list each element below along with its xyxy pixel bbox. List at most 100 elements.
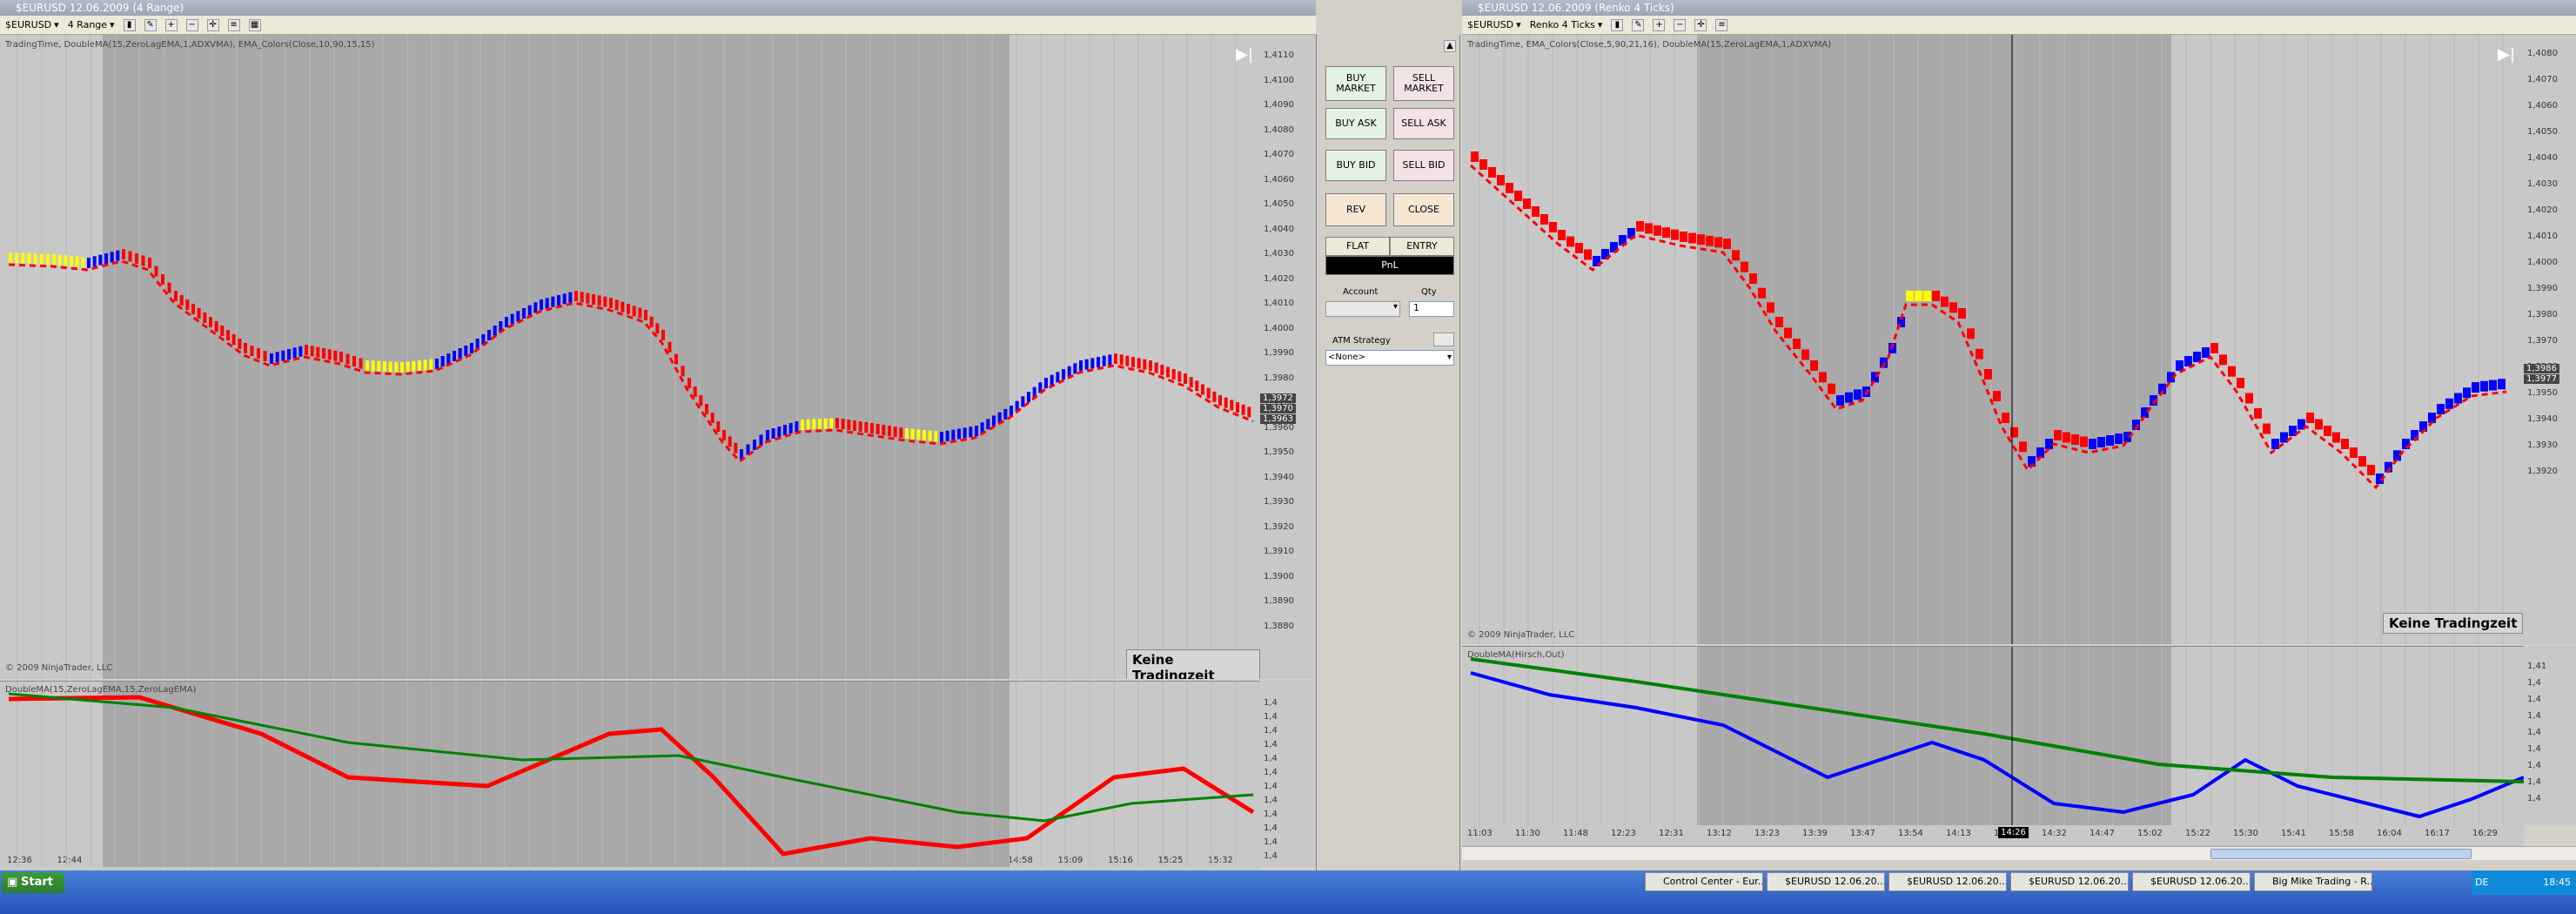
right-price-axis: 1,4080 1,4070 1,4060 1,4050 1,4040 1,4030 1,40… (2524, 35, 2576, 644)
right-scroll-end-icon[interactable]: ▶| (2498, 45, 2515, 64)
bar-style-icon[interactable]: ▮ (123, 18, 136, 31)
left-price-tick-label: 1,3910 (1264, 547, 1294, 556)
drawing-tool-icon[interactable]: ✎ (144, 18, 157, 31)
left-instrument-select[interactable]: $EURUSD ▾ (5, 19, 59, 30)
price-bar (487, 330, 491, 340)
price-bar (231, 334, 236, 345)
price-bar (15, 252, 19, 264)
price-bar (875, 424, 880, 434)
account-label: Account (1343, 287, 1379, 297)
price-bar (9, 252, 12, 263)
renko-brick (1810, 360, 1818, 371)
taskbar-task[interactable]: Big Mike Trading - R... (2254, 872, 2372, 891)
price-bar (693, 386, 697, 397)
sell-market-button[interactable]: SELL MARKET (1393, 66, 1454, 101)
right-price-panel[interactable]: TradingTime, EMA_Colors(Close,5,90,21,16… (1462, 35, 2524, 644)
crosshair-icon[interactable]: ✛ (206, 18, 219, 31)
renko-brick (2106, 435, 2114, 446)
renko-brick (2010, 427, 2018, 438)
renko-brick (1566, 236, 1574, 247)
renko-brick (1854, 389, 1862, 400)
price-bar (1084, 359, 1089, 370)
taskbar-task[interactable]: $EURUSD 12.06.20... (2132, 872, 2251, 891)
price-bar (899, 427, 903, 438)
drawing-tool-icon[interactable]: ✎ (1632, 18, 1645, 31)
right-horizontal-scrollbar[interactable] (1462, 846, 2576, 860)
left-period-select[interactable]: 4 Range ▾ (68, 19, 115, 30)
price-bar (185, 299, 190, 310)
zoom-in-icon[interactable]: + (164, 18, 178, 31)
price-bar (557, 295, 560, 306)
right-instrument-select[interactable]: $EURUSD ▾ (1467, 19, 1521, 30)
right-price-tick-label: 1,3930 (2527, 440, 2558, 450)
left-price-tick-label: 1,4090 (1264, 100, 1294, 110)
taskbar-task[interactable]: $EURUSD 12.06.20... (1767, 872, 1885, 891)
left-price-tick-label: 1,4070 (1264, 150, 1294, 159)
zoom-out-icon[interactable]: − (1674, 18, 1687, 31)
right-time-tick-label: 15:02 (2137, 829, 2163, 838)
right-no-trading-badge: Keine Tradingzeit (2383, 613, 2524, 634)
left-indicator-panel[interactable]: 12:3612:4413:0013:1413:2013:3013:3713:44… (0, 681, 1260, 867)
left-price-panel[interactable]: TradingTime, DoubleMA(15,ZeroLagEMA,1,AD… (0, 35, 1260, 679)
price-bar (316, 346, 320, 358)
chevron-down-icon: ▾ (1446, 353, 1452, 362)
qty-stepper[interactable]: 1 (1409, 301, 1454, 317)
sell-ask-button[interactable]: SELL ASK (1393, 108, 1454, 139)
taskbar-task[interactable]: $EURUSD 12.06.20... (2010, 872, 2129, 891)
right-scroll-thumb[interactable] (2210, 849, 2472, 859)
renko-brick (1906, 291, 1914, 301)
bar-style-icon[interactable]: ▮ (1611, 18, 1624, 31)
price-bar (305, 345, 308, 355)
right-window-titlebar[interactable]: $EURUSD 12.06.2009 (Renko 4 Ticks) (1462, 0, 2576, 16)
taskbar-task[interactable]: Control Center - Eur... (1645, 872, 1763, 891)
buy-ask-button[interactable]: BUY ASK (1325, 108, 1386, 139)
right-indicator-panel[interactable]: DoubleMA(Hirsch,Out) (1462, 646, 2524, 825)
properties-icon[interactable]: ≡ (1715, 18, 1728, 31)
right-time-tick-label: 12:23 (1611, 829, 1636, 838)
left-window-titlebar[interactable]: $EURUSD 12.06.2009 (4 Range) (0, 0, 1316, 16)
renko-brick (1958, 308, 1966, 319)
price-bar (592, 294, 595, 305)
renko-brick (1549, 222, 1557, 232)
buy-bid-button[interactable]: BUY BID (1325, 150, 1386, 181)
atm-strategy-select[interactable]: <None> ▾ (1325, 350, 1454, 366)
renko-brick (1523, 198, 1531, 209)
sell-bid-button[interactable]: SELL BID (1393, 150, 1454, 181)
price-bar (1171, 369, 1176, 380)
zoom-out-icon[interactable]: − (185, 18, 198, 31)
left-scroll-end-icon[interactable]: ▶| (1236, 45, 1253, 64)
language-indicator[interactable]: DE (2475, 870, 2488, 895)
taskbar-task[interactable]: $EURUSD 12.06.20... (1888, 872, 2007, 891)
price-bar (366, 360, 369, 371)
properties-icon[interactable]: ≡ (227, 18, 240, 31)
start-button[interactable]: ▣ Start (2, 872, 64, 893)
buy-market-button[interactable]: BUY MARKET (1325, 66, 1386, 101)
right-time-tick-label: 11:03 (1467, 829, 1493, 838)
price-bar (940, 432, 943, 442)
panel-scroll-up-icon[interactable]: ▲ (1444, 40, 1456, 52)
price-bar (997, 412, 1002, 423)
price-bar (263, 351, 267, 361)
account-select[interactable]: ▾ (1325, 301, 1400, 317)
close-position-button[interactable]: CLOSE (1393, 193, 1454, 226)
price-bar (853, 420, 856, 431)
zoom-in-icon[interactable]: + (1653, 18, 1666, 31)
price-bar (510, 313, 514, 325)
left-time-axis-bar (0, 867, 1260, 870)
price-bar (597, 295, 601, 306)
atm-settings-button[interactable] (1433, 333, 1454, 346)
renko-brick (1636, 221, 1644, 232)
price-bar (1114, 353, 1117, 364)
crosshair-icon[interactable]: ✛ (1694, 18, 1707, 31)
chart-trader-icon[interactable]: ▦ (248, 18, 261, 31)
renko-brick (2454, 393, 2462, 404)
price-bar (980, 422, 984, 433)
reverse-button[interactable]: REV (1325, 193, 1386, 226)
price-bar (214, 321, 218, 332)
price-bar (1108, 354, 1112, 366)
price-bar (841, 419, 845, 429)
renko-brick (2254, 408, 2262, 419)
price-bar (1079, 360, 1083, 371)
right-period-select[interactable]: Renko 4 Ticks ▾ (1530, 19, 1603, 30)
right-price-tick-label: 1,4070 (2527, 75, 2558, 84)
